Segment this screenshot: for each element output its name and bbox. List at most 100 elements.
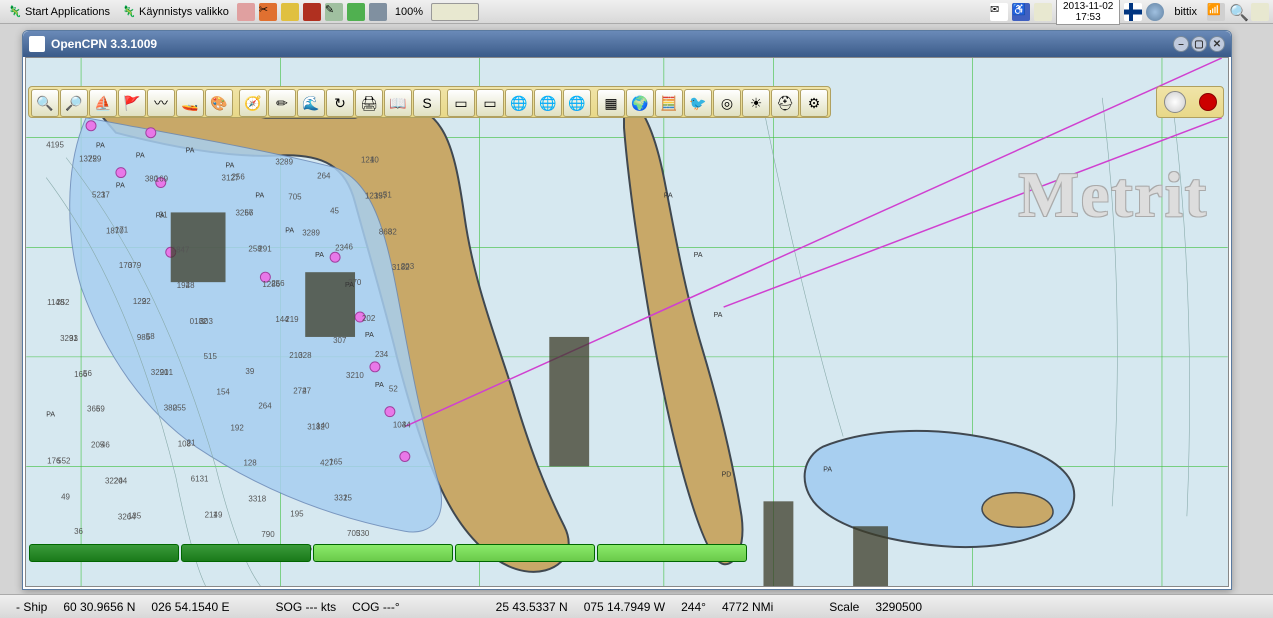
opencpn-window: OpenCPN 3.3.1009 – ▢ ✕ (22, 30, 1232, 590)
sounding: 328 (298, 351, 312, 360)
sounding: 169 (155, 175, 169, 184)
maximize-button[interactable]: ▢ (1191, 36, 1207, 52)
launcher-icon-3[interactable] (281, 3, 299, 21)
chart-selection-bar (29, 544, 1225, 562)
globe3-icon[interactable]: 🌐 (563, 89, 591, 117)
sounding: 291 (258, 244, 272, 253)
status-scale-label: Scale (821, 600, 867, 614)
boat-icon[interactable]: 🚤 (176, 89, 204, 117)
layers-icon[interactable]: ☀ (742, 89, 770, 117)
globe1-icon[interactable]: 🌐 (505, 89, 533, 117)
start-applications-button[interactable]: 🦎 Start Applications (4, 5, 114, 19)
sounding: 47 (302, 387, 311, 396)
search-icon[interactable]: 🔍 (1229, 3, 1247, 21)
life-icon[interactable]: ⛑ (771, 89, 799, 117)
close-button[interactable]: ✕ (1209, 36, 1225, 52)
chart-segment-4[interactable] (597, 544, 747, 562)
svg-text:PA: PA (375, 382, 384, 389)
current-icon[interactable]: ↻ (326, 89, 354, 117)
tide-icon[interactable]: 🌊 (297, 89, 325, 117)
sounding: 46 (344, 242, 353, 251)
minimize-button[interactable]: – (1173, 36, 1189, 52)
svg-text:PA: PA (664, 192, 673, 199)
launcher-icon-7[interactable] (369, 3, 387, 21)
sounding: 219 (285, 315, 299, 324)
launcher-icon-1[interactable] (237, 3, 255, 21)
world-icon[interactable]: 🌍 (626, 89, 654, 117)
svg-text:PA: PA (823, 466, 832, 473)
sounding: 31 (200, 474, 209, 483)
chart-segment-3[interactable] (455, 544, 595, 562)
network-icon[interactable]: 📶 (1207, 3, 1225, 21)
chart-segment-0[interactable] (29, 544, 179, 562)
mail-icon[interactable]: ✉ (990, 3, 1008, 21)
sounding: 307 (333, 336, 347, 345)
sounding: 202 (362, 314, 376, 323)
user-label: bittix (1168, 6, 1203, 18)
chart-segment-1[interactable] (181, 544, 311, 562)
sounding: 51 (383, 190, 392, 199)
sounding: 49 (61, 492, 70, 501)
accessibility-icon[interactable]: ♿ (1012, 3, 1030, 21)
compass-icon[interactable]: 🧭 (239, 89, 267, 117)
pa2-icon[interactable]: ▭ (476, 89, 504, 117)
pencil-icon[interactable]: ✏ (268, 89, 296, 117)
start-applications-label: Start Applications (25, 6, 110, 18)
zoom-percent-label: 100% (391, 6, 427, 18)
calc-icon[interactable]: 🧮 (655, 89, 683, 117)
globe2-icon[interactable]: 🌐 (534, 89, 562, 117)
target-icon[interactable]: ◎ (713, 89, 741, 117)
sounding: 229 (88, 155, 102, 164)
zoom-in-icon[interactable]: 🔍 (31, 89, 59, 117)
taskbar-opencpn-button[interactable] (431, 3, 479, 21)
ship-icon[interactable]: 🚩 (118, 89, 146, 117)
s-icon[interactable]: S (413, 89, 441, 117)
globe-tray-icon[interactable] (1146, 3, 1164, 21)
svg-text:PA: PA (96, 143, 105, 150)
sounding: 34 (402, 421, 411, 430)
clock-widget[interactable]: 2013-11-02 17:53 (1056, 0, 1120, 25)
sounding: 25 (343, 493, 352, 502)
sounding: 255 (173, 404, 187, 413)
sounding: 705 (288, 192, 302, 201)
sounding: 330 (356, 529, 370, 538)
chart-canvas[interactable]: 4195123933183362053072721929858687903127… (25, 57, 1229, 587)
route-icon[interactable]: 〰 (147, 89, 175, 117)
sounding: 17 (101, 190, 110, 199)
color-icon[interactable]: 🎨 (205, 89, 233, 117)
zoom-out-icon[interactable]: 🔎 (60, 89, 88, 117)
gear-icon[interactable]: ⚙ (800, 89, 828, 117)
sounding: 32 (388, 227, 397, 236)
launcher-icon-2[interactable]: ✂ (259, 3, 277, 21)
sounding: 48 (186, 281, 195, 290)
sounding: 379 (128, 261, 142, 270)
chart-segment-2[interactable] (313, 544, 453, 562)
launcher-icon-6[interactable] (347, 3, 365, 21)
sounding: 3210 (346, 371, 364, 380)
book-icon[interactable]: 📖 (384, 89, 412, 117)
window-titlebar[interactable]: OpenCPN 3.3.1009 – ▢ ✕ (23, 31, 1231, 57)
sounding: 52 (389, 385, 398, 394)
status-ship-lat: 60 30.9656 N (55, 600, 143, 614)
scale-icon[interactable]: ⛵ (89, 89, 117, 117)
svg-text:PA: PA (46, 412, 55, 419)
sounding: 45 (330, 206, 339, 215)
sounding: 140 (316, 422, 330, 431)
svg-text:PA: PA (156, 212, 165, 219)
launcher-icon-5[interactable]: ✎ (325, 3, 343, 21)
bird-icon[interactable]: 🐦 (684, 89, 712, 117)
flag-finland-icon[interactable] (1124, 3, 1142, 21)
sounding: 49 (214, 510, 223, 519)
launcher-icon-4[interactable] (303, 3, 321, 21)
opencpn-tray-icon[interactable] (1034, 3, 1052, 21)
status-scale-value: 3290500 (867, 600, 930, 614)
sounding: 39 (245, 367, 254, 376)
print-icon[interactable]: 🖨 (355, 89, 383, 117)
opencpn-tray-icon-2[interactable] (1251, 3, 1269, 21)
status-bearing: 244° (673, 600, 714, 614)
sounding: 36 (74, 527, 83, 536)
compass-widget[interactable] (1156, 86, 1224, 118)
chart-icon[interactable]: ▦ (597, 89, 625, 117)
pa1-icon[interactable]: ▭ (447, 89, 475, 117)
start-menu-button[interactable]: 🦎 Käynnistys valikko (118, 5, 233, 19)
